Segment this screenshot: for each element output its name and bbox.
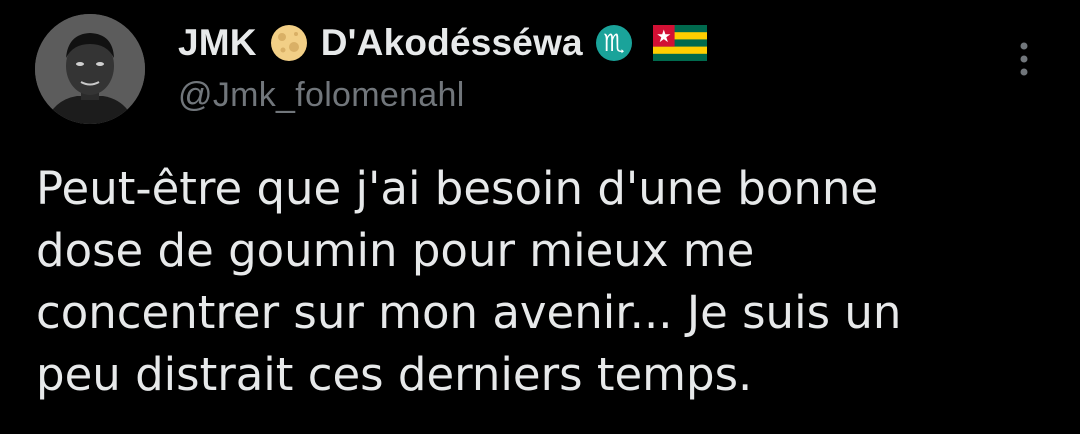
- tweet-text-line: Peut-être que j'ai besoin d'une bonne: [36, 162, 879, 215]
- tweet-text: Peut-être que j'ai besoin d'une bonne do…: [36, 158, 1056, 406]
- full-moon-emoji-icon: [269, 23, 309, 63]
- avatar[interactable]: [35, 14, 145, 124]
- tweet-text-line: concentrer sur mon avenir... Je suis un: [36, 286, 902, 339]
- svg-text:♏: ♏: [603, 29, 625, 57]
- avatar-image: [35, 14, 145, 124]
- author-name-row[interactable]: JMK D'Akodésséwa ♏: [178, 20, 990, 66]
- tweet-card[interactable]: JMK D'Akodésséwa ♏ @Jmk_folomenahl Peut-…: [0, 0, 1080, 434]
- tweet-text-line: dose de goumin pour mieux me: [36, 224, 755, 277]
- more-options-button[interactable]: [1014, 40, 1034, 80]
- author-name-first[interactable]: JMK: [178, 22, 257, 64]
- tweet-header: JMK D'Akodésséwa ♏ @Jmk_folomenahl: [178, 20, 990, 115]
- author-handle[interactable]: @Jmk_folomenahl: [178, 76, 990, 115]
- author-name-second[interactable]: D'Akodésséwa: [321, 22, 583, 64]
- vertical-ellipsis-icon: [1020, 42, 1028, 76]
- scorpio-sign-emoji-icon: ♏: [595, 24, 633, 62]
- togo-flag-emoji-icon: [652, 25, 707, 61]
- tweet-text-line: peu distrait ces derniers temps.: [36, 348, 753, 401]
